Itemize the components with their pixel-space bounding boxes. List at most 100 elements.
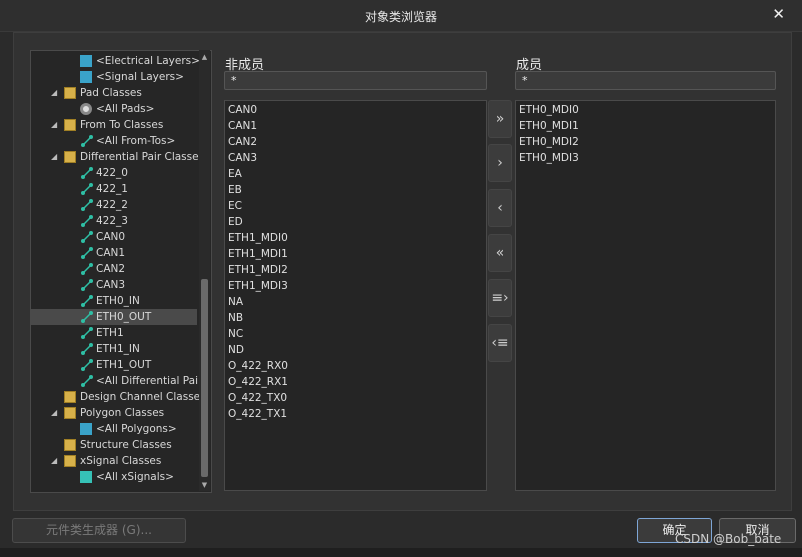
members-list[interactable]: ETH0_MDI0 ETH0_MDI1 ETH0_MDI2 ETH0_MDI3 [515,100,776,491]
layer-icon [80,71,92,83]
tree-item[interactable]: <All Differential Pai [31,373,199,389]
move-selected-right-button[interactable]: ≡› [488,279,512,317]
expand-toggle-icon[interactable]: ◢ [51,85,61,101]
layer-icon [80,55,92,67]
taskbar-strip [0,548,802,557]
tree-item-label: ETH0_OUT [96,311,152,323]
tree-item[interactable]: ETH1_OUT [31,357,199,373]
tree-item[interactable]: <All Pads> [31,101,199,117]
non-members-filter-input[interactable]: * [224,71,487,90]
tree-item[interactable]: Structure Classes [31,437,199,453]
move-all-right-icon: » [495,111,505,127]
move-right-icon: › [497,155,503,171]
expand-toggle-icon[interactable]: ◢ [51,149,61,165]
tree-item[interactable]: ◢ Pad Classes [31,85,199,101]
tree-item[interactable]: ◢ xSignal Classes [31,453,199,469]
list-item[interactable]: ETH1_MDI2 [228,262,288,278]
tree-item[interactable]: <Electrical Layers> [31,53,200,69]
tree-item[interactable]: ◢ Polygon Classes [31,405,199,421]
class-generator-button[interactable]: 元件类生成器 (G)... [12,518,186,543]
move-all-left-button[interactable]: « [488,234,512,272]
net-icon [80,374,93,387]
list-item[interactable]: CAN0 [228,102,257,118]
tree-scroll-thumb[interactable] [201,279,208,477]
tree-item[interactable]: CAN2 [31,261,199,277]
move-right-button[interactable]: › [488,144,512,182]
tree-item-label: CAN1 [96,247,126,259]
list-item[interactable]: ETH0_MDI0 [519,102,579,118]
move-selected-left-icon: ‹≡ [491,335,509,351]
tree-item[interactable]: <All From-Tos> [31,133,199,149]
members-filter-input[interactable]: * [515,71,776,90]
non-members-list[interactable]: CAN0 CAN1 CAN2 CAN3 EA EB EC ED ETH1_MDI0 ETH1_MD… [224,100,487,491]
watermark: CSDN @Bob_bate [675,532,782,546]
list-item[interactable]: NA [228,294,243,310]
close-icon[interactable]: ✕ [772,5,785,23]
list-item[interactable]: ND [228,342,244,358]
tree-item[interactable]: CAN0 [31,229,199,245]
tree-item[interactable]: CAN1 [31,245,199,261]
tree-item[interactable]: ETH1_IN [31,341,199,357]
tree-item-label: <All Pads> [96,103,155,115]
list-item[interactable]: EA [228,166,242,182]
tree-item-label: CAN2 [96,263,126,275]
class-tree[interactable]: <Electrical Layers> <Signal Layers> ◢ Pad C… [30,50,212,493]
list-item[interactable]: ETH1_MDI1 [228,246,288,262]
tree-item[interactable]: <All Polygons> [31,421,199,437]
list-item[interactable]: CAN3 [228,150,257,166]
tree-item[interactable]: ETH1 [31,325,199,341]
tree-item[interactable]: ETH0_IN [31,293,199,309]
list-item[interactable]: CAN2 [228,134,257,150]
tree-item-label: Pad Classes [80,87,142,99]
tree-item-label: <Signal Layers> [96,71,184,83]
list-item[interactable]: ETH1_MDI0 [228,230,288,246]
net-icon [80,342,93,355]
list-item[interactable]: ETH1_MDI3 [228,278,288,294]
net-icon [80,214,93,227]
polygon-icon [80,423,92,435]
move-selected-left-button[interactable]: ‹≡ [488,324,512,362]
scroll-down-icon[interactable]: ▼ [199,480,210,490]
list-item[interactable]: O_422_RX0 [228,358,288,374]
list-item[interactable]: ED [228,214,243,230]
list-item[interactable]: O_422_TX1 [228,406,287,422]
net-icon [80,182,93,195]
move-all-right-button[interactable]: » [488,100,512,138]
tree-item[interactable]: ◢ Differential Pair Classe [31,149,199,165]
list-item[interactable]: O_422_RX1 [228,374,288,390]
tree-item[interactable]: 422_0 [31,165,199,181]
tree-item[interactable]: Design Channel Classe [31,389,200,405]
tree-item[interactable]: <Signal Layers> [31,69,199,85]
tree-item[interactable]: ETH0_OUT [31,309,197,325]
list-item[interactable]: NB [228,310,243,326]
list-item[interactable]: ETH0_MDI1 [519,118,579,134]
tree-item-label: ETH1_IN [96,343,140,355]
list-item[interactable]: O_422_TX0 [228,390,287,406]
list-item[interactable]: ETH0_MDI2 [519,134,579,150]
tree-item[interactable]: 422_3 [31,213,199,229]
window-title: 对象类浏览器 [364,10,437,24]
move-selected-right-icon: ≡› [491,290,509,306]
expand-toggle-icon[interactable]: ◢ [51,117,61,133]
expand-toggle-icon[interactable]: ◢ [51,453,61,469]
list-item[interactable]: EC [228,198,242,214]
tree-item-label: <Electrical Layers> [96,55,200,67]
net-icon [80,278,93,291]
list-item[interactable]: EB [228,182,242,198]
list-item[interactable]: CAN1 [228,118,257,134]
tree-item[interactable]: <All xSignals> [31,469,199,485]
expand-toggle-icon[interactable]: ◢ [51,405,61,421]
list-item[interactable]: NC [228,326,243,342]
tree-item[interactable]: CAN3 [31,277,199,293]
list-item[interactable]: ETH0_MDI3 [519,150,579,166]
tree-item[interactable]: ◢ From To Classes [31,117,199,133]
tree-item[interactable]: 422_1 [31,181,199,197]
move-left-button[interactable]: ‹ [488,189,512,227]
tree-item[interactable]: 422_2 [31,197,199,213]
scroll-up-icon[interactable]: ▲ [199,52,210,62]
tree-item-label: Polygon Classes [80,407,165,419]
tree-item-label: Differential Pair Classe [80,151,199,163]
folder-icon [64,151,76,163]
tree-item-label: <All From-Tos> [96,135,176,147]
tree-item-label: 422_0 [96,167,128,179]
